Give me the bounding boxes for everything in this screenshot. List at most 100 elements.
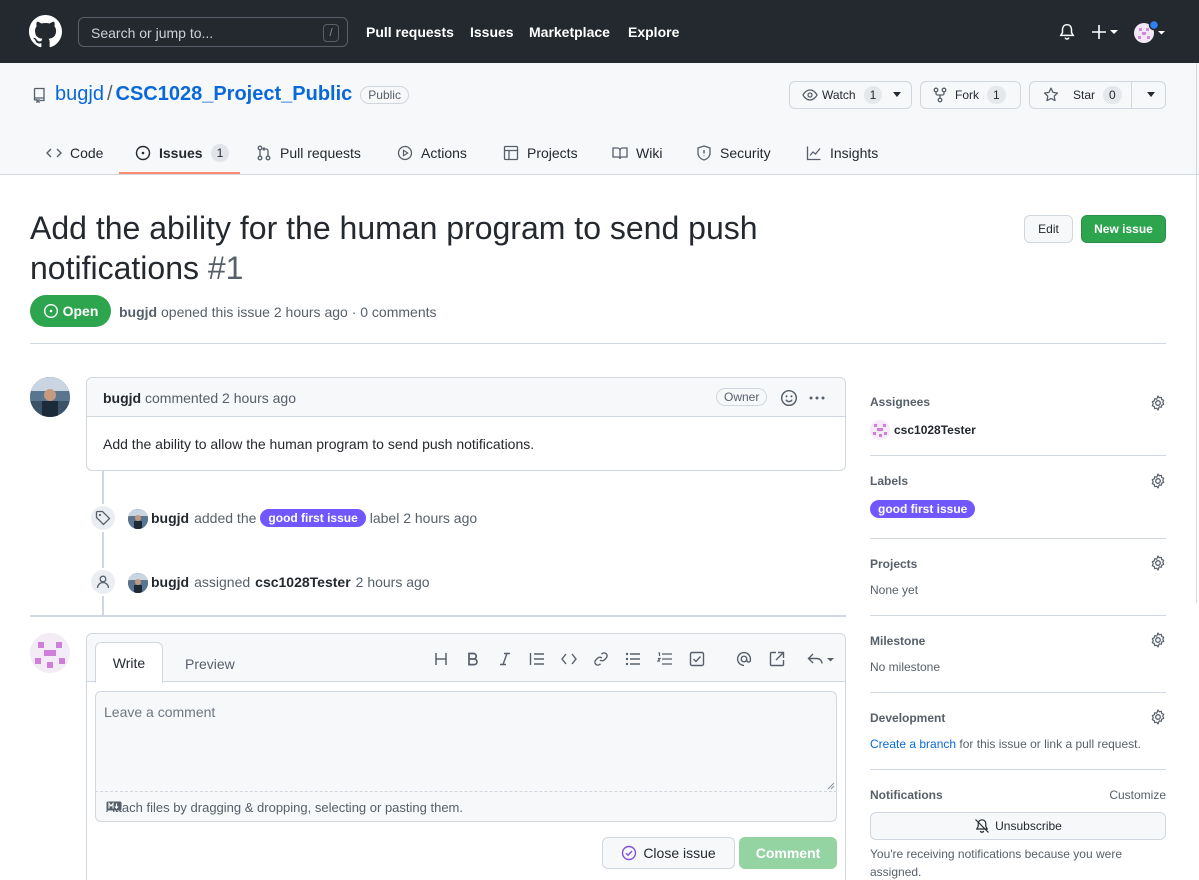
tab-write[interactable]: Write <box>95 642 163 683</box>
sidebar-divider <box>870 615 1166 616</box>
tab-wiki[interactable]: Wiki <box>612 130 662 175</box>
issue-state-label: Open <box>62 303 99 319</box>
comment-author-avatar[interactable] <box>30 377 70 417</box>
resize-handle-icon[interactable] <box>827 782 835 790</box>
current-user-avatar[interactable] <box>30 633 70 673</box>
tab-preview[interactable]: Preview <box>185 656 235 672</box>
tab-issues-count: 1 <box>210 143 230 162</box>
plus-dropdown-icon[interactable] <box>1092 24 1120 40</box>
comment-header-text: bugjd commented 2 hours ago <box>103 390 296 406</box>
kebab-menu-icon[interactable] <box>808 390 826 406</box>
create-branch-link[interactable]: Create a branch <box>870 737 956 751</box>
sidebar-divider <box>870 538 1166 539</box>
sidebar-label-good-first-issue[interactable]: good first issue <box>870 500 976 518</box>
bell-icon[interactable] <box>1058 22 1076 42</box>
label-good-first-issue[interactable]: good first issue <box>260 509 366 527</box>
comment-body: Add the ability to allow the human progr… <box>103 436 535 452</box>
timeline-actor-avatar[interactable] <box>128 573 148 593</box>
close-issue-label: Close issue <box>643 845 716 861</box>
cross-reference-icon[interactable] <box>768 650 786 668</box>
comment-textarea[interactable]: Leave a comment <box>95 691 837 791</box>
gear-icon[interactable] <box>1150 632 1166 648</box>
gear-icon[interactable] <box>1150 395 1166 411</box>
sidebar-labels: Labels good first issue <box>870 473 1166 518</box>
projects-value: None yet <box>870 583 919 597</box>
new-issue-button[interactable]: New issue <box>1081 215 1166 243</box>
star-label: Star <box>1073 88 1096 102</box>
numbered-list-icon[interactable] <box>656 650 674 668</box>
watch-count: 1 <box>863 86 883 104</box>
tab-pull-requests[interactable]: Pull requests <box>256 130 361 175</box>
mention-icon[interactable] <box>735 650 753 668</box>
italic-icon[interactable] <box>496 650 514 668</box>
task-list-icon[interactable] <box>688 650 706 668</box>
unsubscribe-button[interactable]: Unsubscribe <box>870 812 1166 840</box>
visibility-badge: Public <box>360 85 409 104</box>
comment-submit-button[interactable]: Comment <box>739 837 837 869</box>
repo-owner-link[interactable]: bugjd <box>55 83 104 106</box>
timeline-actor-link[interactable]: bugjd <box>151 510 189 526</box>
labels-title[interactable]: Labels <box>870 474 1166 488</box>
gear-icon[interactable] <box>1150 555 1166 571</box>
code-icon <box>46 145 62 161</box>
assignees-title[interactable]: Assignees <box>870 395 1166 409</box>
quote-icon[interactable] <box>528 650 546 668</box>
tab-actions[interactable]: Actions <box>397 130 467 175</box>
gear-icon[interactable] <box>1150 709 1166 725</box>
projects-title[interactable]: Projects <box>870 557 1166 571</box>
tab-issues[interactable]: Issues 1 <box>135 130 230 175</box>
tab-insights-label: Insights <box>830 144 879 161</box>
assignee-name[interactable]: csc1028Tester <box>894 423 976 437</box>
star-dropdown-chevron-icon[interactable] <box>1146 92 1156 98</box>
search-input[interactable]: Search or jump to... / <box>78 17 348 47</box>
issue-number: #1 <box>207 250 244 286</box>
timeline-event-text: assigned <box>194 574 251 590</box>
star-button[interactable]: Star 0 <box>1030 82 1132 108</box>
edit-button[interactable]: Edit <box>1024 215 1073 243</box>
bulleted-list-icon[interactable] <box>624 650 642 668</box>
tab-issues-label: Issues <box>159 144 203 161</box>
repo-name-link[interactable]: CSC1028_Project_Public <box>116 83 353 106</box>
sidebar-development: Development Create a branch for this iss… <box>870 709 1166 751</box>
sidebar-projects: Projects None yet <box>870 555 1166 597</box>
fork-button[interactable]: Fork 1 <box>920 81 1021 109</box>
comment-author-link[interactable]: bugjd <box>103 390 141 406</box>
tab-insights[interactable]: Insights <box>806 130 878 175</box>
nav-explore[interactable]: Explore <box>628 24 679 40</box>
milestone-title[interactable]: Milestone <box>870 634 1166 648</box>
timeline-actor-link[interactable]: bugjd <box>151 574 189 590</box>
code-icon[interactable] <box>560 650 578 668</box>
attach-files-bar[interactable]: Attach files by dragging & dropping, sel… <box>95 791 837 822</box>
development-title[interactable]: Development <box>870 711 1166 725</box>
smiley-icon[interactable] <box>780 389 798 407</box>
tab-code-label: Code <box>70 144 104 161</box>
link-icon[interactable] <box>592 650 610 668</box>
nav-marketplace[interactable]: Marketplace <box>529 24 610 40</box>
nav-pull-requests[interactable]: Pull requests <box>366 24 454 40</box>
user-avatar-menu[interactable] <box>1133 20 1168 44</box>
timeline-actor-avatar[interactable] <box>128 509 148 529</box>
star-icon <box>1043 87 1059 103</box>
timeline-event-time[interactable]: label 2 hours ago <box>370 510 477 526</box>
nav-issues[interactable]: Issues <box>470 24 514 40</box>
markdown-icon[interactable] <box>106 801 826 811</box>
issue-title-text: Add the ability for the human program to… <box>30 210 758 286</box>
assignee-avatar[interactable] <box>870 420 890 440</box>
reply-dropdown-icon[interactable] <box>806 650 836 668</box>
timeline-event-time[interactable]: 2 hours ago <box>356 574 430 590</box>
tab-security[interactable]: Security <box>696 130 771 175</box>
close-issue-button[interactable]: Close issue <box>602 837 735 869</box>
bold-icon[interactable] <box>464 650 482 668</box>
watch-button[interactable]: Watch 1 <box>789 81 912 109</box>
gear-icon[interactable] <box>1150 473 1166 489</box>
heading-icon[interactable] <box>432 650 450 668</box>
comment-time[interactable]: commented 2 hours ago <box>145 390 296 406</box>
customize-link[interactable]: Customize <box>1109 788 1166 802</box>
issue-state-badge: Open <box>30 295 111 327</box>
timeline-assignee-link[interactable]: csc1028Tester <box>255 574 350 590</box>
issue-author-link[interactable]: bugjd <box>119 304 157 320</box>
github-logo-icon[interactable] <box>29 15 62 48</box>
pull-request-icon <box>256 145 272 161</box>
tab-projects[interactable]: Projects <box>503 130 578 175</box>
tab-code[interactable]: Code <box>46 130 103 175</box>
